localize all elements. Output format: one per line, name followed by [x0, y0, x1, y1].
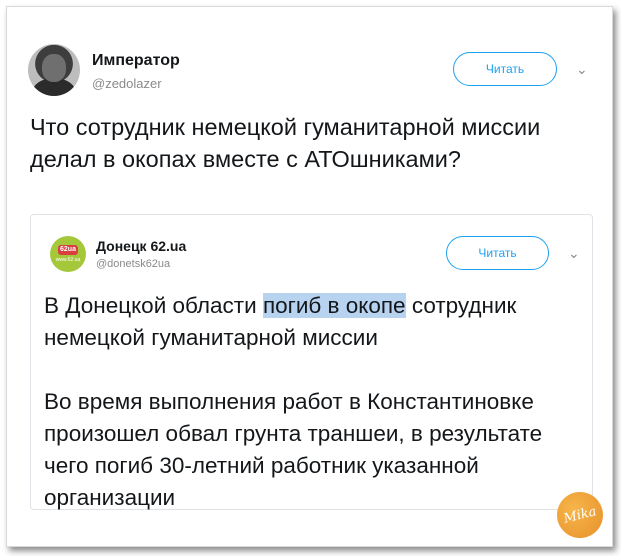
author-handle[interactable]: @zedolazer — [92, 76, 162, 91]
quoted-avatar-site: www.62.ua — [55, 257, 81, 263]
quoted-paragraph-2: Во время выполнения работ в Константинов… — [44, 389, 543, 510]
highlighted-text: погиб в окопе — [262, 293, 406, 318]
tweet-text: Что сотрудник немецкой гуманитарной мисс… — [30, 114, 541, 172]
quoted-author-name[interactable]: Донецк 62.ua — [96, 238, 186, 254]
author-avatar[interactable] — [28, 44, 80, 96]
quoted-avatar-logo: 62ua — [58, 245, 78, 255]
author-name[interactable]: Император — [92, 52, 180, 70]
quoted-tweet-text: В Донецкой области погиб в окопе сотрудн… — [44, 290, 589, 514]
chevron-down-icon[interactable]: ⌄ — [576, 62, 588, 76]
quoted-author-avatar[interactable]: 62ua www.62.ua — [50, 236, 86, 272]
quoted-text-before: В Донецкой области — [44, 293, 263, 318]
follow-button[interactable]: Читать — [453, 52, 557, 86]
chevron-down-icon[interactable]: ⌄ — [568, 246, 580, 260]
quoted-follow-button[interactable]: Читать — [446, 236, 549, 270]
quoted-author-handle[interactable]: @donetsk62ua — [96, 258, 170, 270]
quoted-paragraph-1: В Донецкой области погиб в окопе сотрудн… — [44, 290, 589, 354]
